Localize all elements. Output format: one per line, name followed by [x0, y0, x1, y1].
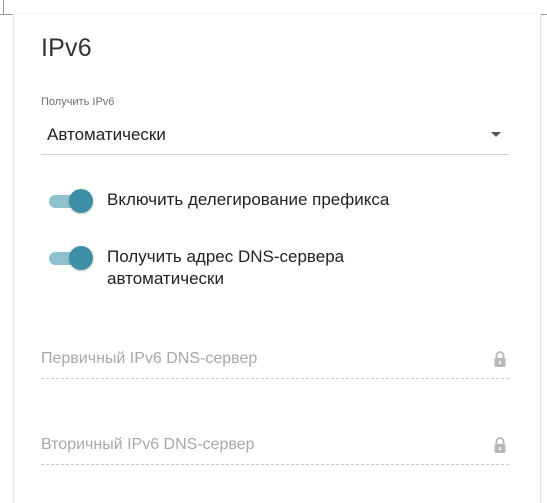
- lock-icon: [494, 351, 506, 367]
- primary-dns-placeholder: Первичный IPv6 DNS-сервер: [41, 350, 258, 367]
- dropdown-caret-icon: [491, 132, 501, 137]
- ipv6-settings-card: IPv6 Получить IPv6 Автоматически Включит…: [13, 14, 541, 503]
- auto-dns-label: Получить адрес DNS-сервера автоматически: [107, 247, 345, 288]
- secondary-dns-placeholder: Вторичный IPv6 DNS-сервер: [41, 436, 255, 453]
- prefix-delegation-toggle[interactable]: [49, 189, 93, 213]
- ipv6-mode-label: Получить IPv6: [41, 96, 115, 108]
- toggle-thumb: [69, 246, 93, 270]
- primary-ipv6-dns-field[interactable]: Первичный IPv6 DNS-сервер: [41, 338, 509, 379]
- lock-icon: [494, 437, 506, 453]
- section-title: IPv6: [41, 34, 92, 62]
- secondary-ipv6-dns-field[interactable]: Вторичный IPv6 DNS-сервер: [41, 424, 509, 465]
- prefix-delegation-label: Включить делегирование префикса: [107, 190, 390, 209]
- window-top-edge: [0, 0, 547, 15]
- ipv6-mode-value: Автоматически: [47, 125, 166, 144]
- ipv6-mode-select[interactable]: Автоматически: [41, 114, 509, 155]
- auto-dns-toggle[interactable]: [49, 246, 93, 270]
- toggle-thumb: [69, 189, 93, 213]
- window-divider: [3, 0, 4, 14]
